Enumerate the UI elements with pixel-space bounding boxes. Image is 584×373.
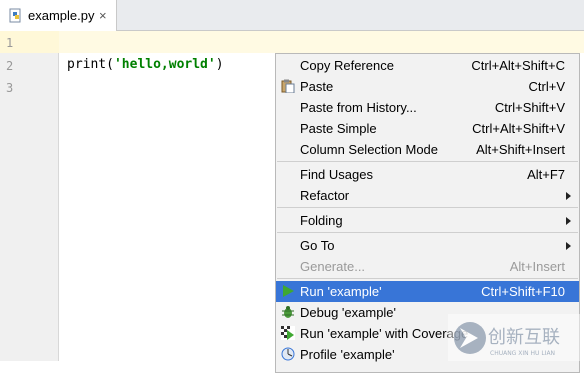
watermark-text: 创新互联 xyxy=(488,327,560,348)
menu-item-label: Profile 'example' xyxy=(300,347,395,362)
submenu-arrow-icon xyxy=(566,242,571,250)
code-line[interactable]: print('hello,world') xyxy=(67,57,224,72)
menu-item-label: Folding xyxy=(300,213,343,228)
menu-item-shortcut: Ctrl+Shift+V xyxy=(494,100,565,115)
menu-item-shortcut: Ctrl+Shift+F10 xyxy=(481,284,565,299)
menu-item-label: Go To xyxy=(300,238,335,253)
menu-refactor[interactable]: Refactor xyxy=(276,185,579,206)
menu-paste[interactable]: Paste Ctrl+V xyxy=(276,76,579,97)
line-number: 2 xyxy=(6,59,14,73)
menu-item-label: Paste Simple xyxy=(300,121,377,136)
menu-item-label: Paste xyxy=(300,79,334,94)
menu-run-example[interactable]: Run 'example' Ctrl+Shift+F10 xyxy=(276,281,579,302)
menu-item-shortcut: Ctrl+V xyxy=(528,79,565,94)
menu-separator xyxy=(277,232,578,233)
menu-separator xyxy=(277,161,578,162)
close-tab-icon[interactable]: × xyxy=(99,8,107,23)
menu-paste-simple[interactable]: Paste Simple Ctrl+Alt+Shift+V xyxy=(276,118,579,139)
menu-item-shortcut: Ctrl+Alt+Shift+V xyxy=(472,121,565,136)
menu-item-label: Paste from History... xyxy=(300,100,417,115)
menu-item-label: Find Usages xyxy=(300,167,373,182)
menu-go-to[interactable]: Go To xyxy=(276,235,579,256)
editor-tab-bar: example.py × xyxy=(0,0,584,31)
menu-item-label: Run 'example' with Coverage xyxy=(300,326,469,341)
menu-copy-reference[interactable]: Copy Reference Ctrl+Alt+Shift+C xyxy=(276,55,579,76)
menu-item-shortcut: Alt+Shift+Insert xyxy=(476,142,565,157)
line-number: 3 xyxy=(6,81,14,95)
paste-icon xyxy=(281,79,295,93)
menu-item-label: Column Selection Mode xyxy=(300,142,439,157)
run-icon xyxy=(283,285,294,297)
menu-separator xyxy=(277,207,578,208)
line-number: 1 xyxy=(6,36,14,50)
submenu-arrow-icon xyxy=(566,217,571,225)
menu-item-label: Debug 'example' xyxy=(300,305,397,320)
menu-generate: Generate... Alt+Insert xyxy=(276,256,579,277)
profile-icon xyxy=(281,347,295,361)
menu-paste-from-history[interactable]: Paste from History... Ctrl+Shift+V xyxy=(276,97,579,118)
code-paren: ) xyxy=(215,57,224,72)
menu-item-shortcut: Alt+F7 xyxy=(527,167,565,182)
tab-example-py[interactable]: example.py × xyxy=(0,0,117,31)
menu-item-shortcut: Alt+Insert xyxy=(509,259,565,274)
menu-find-usages[interactable]: Find Usages Alt+F7 xyxy=(276,164,579,185)
menu-item-label: Copy Reference xyxy=(300,58,394,73)
run-coverage-icon xyxy=(281,326,295,340)
watermark-logo: 创新互联 CHUANG XIN HU LIAN xyxy=(448,314,584,361)
code-function: print( xyxy=(67,57,114,72)
menu-item-shortcut: Ctrl+Alt+Shift+C xyxy=(471,58,565,73)
menu-item-label: Generate... xyxy=(300,259,366,274)
python-file-icon xyxy=(9,8,21,23)
menu-item-label: Refactor xyxy=(300,188,350,203)
menu-folding[interactable]: Folding xyxy=(276,210,579,231)
menu-item-label: Run 'example' xyxy=(300,284,382,299)
tab-label: example.py xyxy=(28,8,95,23)
menu-separator xyxy=(277,278,578,279)
submenu-arrow-icon xyxy=(566,192,571,200)
watermark-subtext: CHUANG XIN HU LIAN xyxy=(490,350,555,357)
debug-icon xyxy=(282,306,294,318)
code-string: 'hello,world' xyxy=(113,57,216,72)
menu-column-selection-mode[interactable]: Column Selection Mode Alt+Shift+Insert xyxy=(276,139,579,160)
current-line-highlight xyxy=(0,31,584,53)
